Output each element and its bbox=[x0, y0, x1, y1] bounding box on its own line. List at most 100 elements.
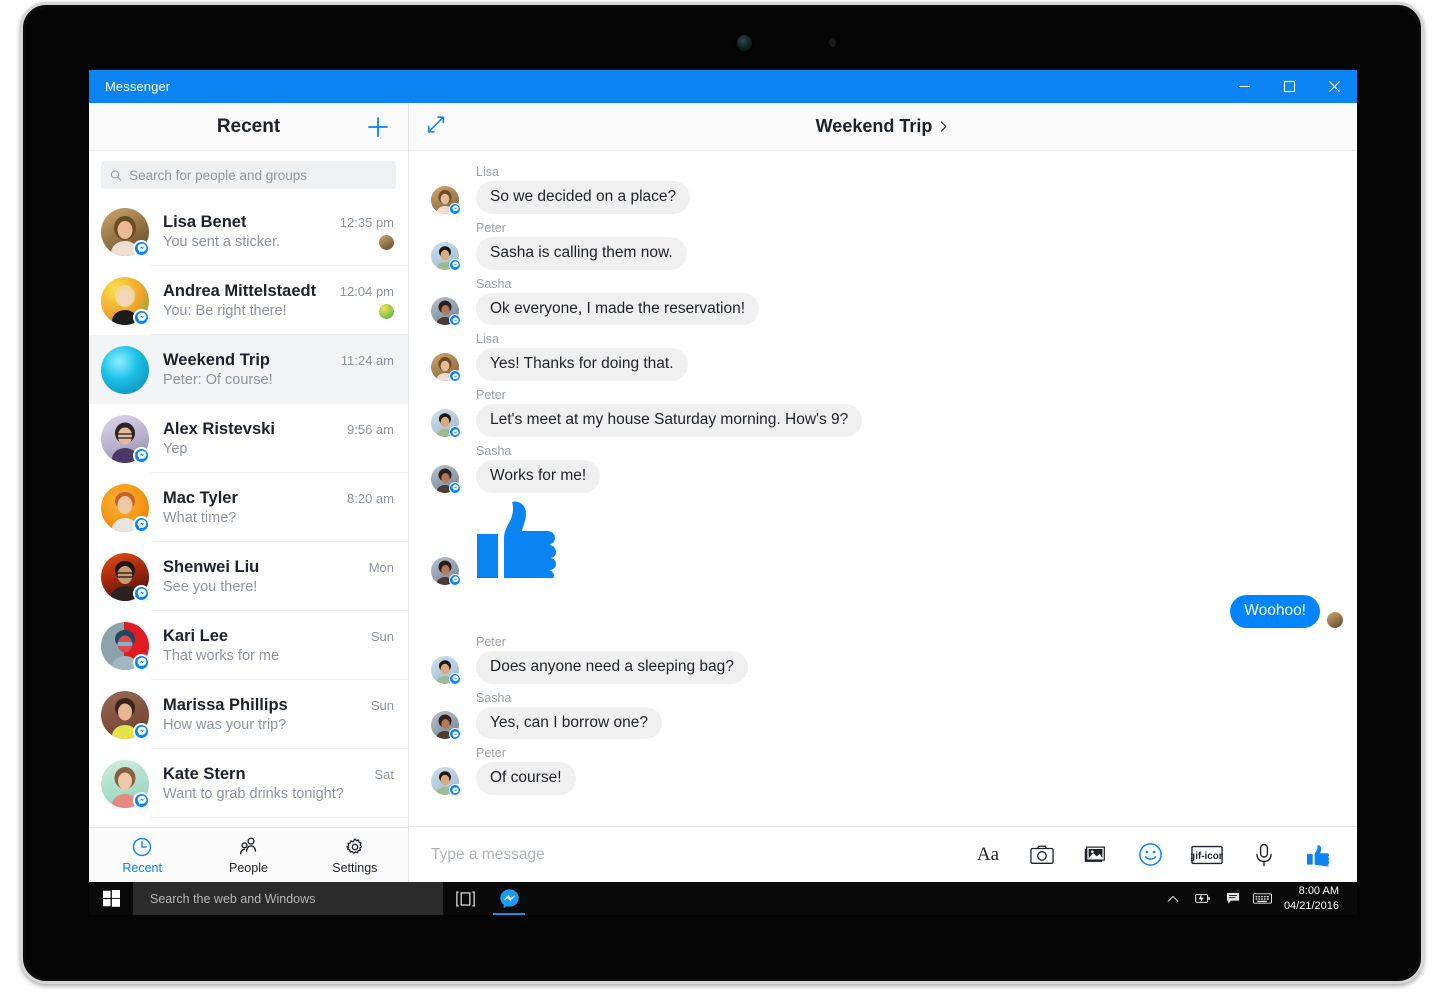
taskbar-clock[interactable]: 8:00 AM 04/21/2016 bbox=[1278, 884, 1349, 914]
avatar bbox=[431, 353, 459, 381]
nav-item-recent[interactable]: Recent bbox=[89, 836, 195, 875]
message-bubble: Sasha is calling them now. bbox=[476, 237, 687, 270]
conversation-item-kari-lee[interactable]: Kari Lee Sun That works for me bbox=[89, 611, 408, 680]
message-bubble: Of course! bbox=[476, 762, 576, 795]
close-button[interactable] bbox=[1312, 70, 1357, 103]
action-center-icon[interactable] bbox=[1218, 882, 1248, 915]
conversation-name: Shenwei Liu bbox=[163, 558, 259, 577]
nav-label-people: People bbox=[229, 861, 268, 875]
conversation-item-kate-stern[interactable]: Kate Stern Sat Want to grab drinks tonig… bbox=[89, 749, 408, 818]
messenger-badge-icon bbox=[449, 259, 461, 271]
conversation-snippet: You: Be right there! bbox=[163, 303, 287, 319]
text-format-icon[interactable]: Aa bbox=[975, 842, 1001, 868]
conversation-snippet: How was your trip? bbox=[163, 717, 286, 733]
conversation-text: Andrea Mittelstaedt 12:04 pm You: Be rig… bbox=[163, 282, 394, 319]
conversation-item-shenwei-liu[interactable]: Shenwei Liu Mon See you there! bbox=[89, 542, 408, 611]
search-box[interactable] bbox=[101, 161, 396, 189]
avatar bbox=[101, 415, 149, 463]
chat-title: Weekend Trip bbox=[816, 116, 933, 137]
messenger-badge-icon bbox=[133, 447, 150, 464]
conversation-text: Shenwei Liu Mon See you there! bbox=[163, 558, 394, 595]
message-list[interactable]: Lisa So we decided on a place? bbox=[409, 151, 1357, 826]
conversation-time: Mon bbox=[361, 560, 394, 575]
camera-icon[interactable] bbox=[1029, 842, 1055, 868]
conversation-text: Lisa Benet 12:35 pm You sent a sticker. bbox=[163, 213, 394, 250]
start-button[interactable] bbox=[89, 882, 133, 915]
minimize-button[interactable] bbox=[1222, 70, 1267, 103]
expand-button[interactable] bbox=[425, 113, 447, 140]
message-item: Sasha Works for me! bbox=[409, 444, 1357, 493]
maximize-button[interactable] bbox=[1267, 70, 1312, 103]
messenger-badge-icon bbox=[449, 426, 461, 438]
avatar bbox=[431, 409, 459, 437]
conversation-text: Marissa Phillips Sun How was your trip? bbox=[163, 696, 394, 733]
photo-icon[interactable] bbox=[1083, 842, 1109, 868]
ambient-sensor-icon bbox=[829, 38, 836, 47]
conversation-time: 9:56 am bbox=[339, 422, 394, 437]
composer-actions: Aa bbox=[975, 842, 1357, 868]
gear-icon bbox=[344, 836, 366, 858]
thumbs-up-sticker bbox=[476, 500, 564, 585]
conversation-name: Andrea Mittelstaedt bbox=[163, 282, 316, 301]
conversation-time: Sun bbox=[363, 629, 394, 644]
conversation-item-lisa-benet[interactable]: Lisa Benet 12:35 pm You sent a sticker. bbox=[89, 197, 408, 266]
conversation-snippet: Want to grab drinks tonight? bbox=[163, 786, 344, 802]
keyboard-icon[interactable] bbox=[1248, 882, 1278, 915]
seen-by-avatar bbox=[379, 235, 394, 250]
messenger-badge-icon bbox=[449, 370, 461, 382]
avatar bbox=[101, 760, 149, 808]
message-sender: Peter bbox=[476, 635, 1357, 649]
conversation-time: Sun bbox=[363, 698, 394, 713]
messenger-icon bbox=[499, 888, 520, 909]
conversation-name: Alex Ristevski bbox=[163, 420, 275, 439]
avatar bbox=[431, 465, 459, 493]
avatar bbox=[101, 208, 149, 256]
conversation-snippet: You sent a sticker. bbox=[163, 234, 280, 250]
avatar bbox=[101, 622, 149, 670]
avatar bbox=[101, 484, 149, 532]
windows-logo-icon bbox=[103, 890, 120, 907]
sidebar-title: Recent bbox=[89, 116, 408, 138]
conversation-text: Kari Lee Sun That works for me bbox=[163, 627, 394, 664]
nav-item-settings[interactable]: Settings bbox=[302, 836, 408, 875]
expand-icon bbox=[425, 113, 447, 135]
avatar bbox=[431, 186, 459, 214]
chat-title-button[interactable]: Weekend Trip bbox=[409, 116, 1357, 137]
window-controls bbox=[1222, 70, 1357, 103]
battery-icon[interactable] bbox=[1188, 882, 1218, 915]
thumbs-up-icon[interactable] bbox=[1305, 842, 1331, 868]
conversation-list[interactable]: Lisa Benet 12:35 pm You sent a sticker. bbox=[89, 197, 408, 827]
task-view-icon bbox=[456, 891, 475, 907]
front-camera-icon bbox=[737, 35, 752, 51]
conversation-item-alex-ristevski[interactable]: Alex Ristevski 9:56 am Yep bbox=[89, 404, 408, 473]
avatar bbox=[431, 297, 459, 325]
message-sender: Sasha bbox=[476, 277, 1357, 291]
message-sender: Lisa bbox=[476, 165, 1357, 179]
taskbar-messenger-button[interactable] bbox=[487, 882, 531, 915]
conversation-item-andrea-mittelstaedt[interactable]: Andrea Mittelstaedt 12:04 pm You: Be rig… bbox=[89, 266, 408, 335]
avatar bbox=[431, 711, 459, 739]
tablet-screen: Messenger Recent bbox=[89, 70, 1357, 915]
taskbar-search-box[interactable]: Search the web and Windows bbox=[133, 882, 443, 915]
conversation-item-mac-tyler[interactable]: Mac Tyler 8:20 am What time? bbox=[89, 473, 408, 542]
search-container bbox=[89, 151, 408, 197]
sticker-icon[interactable] bbox=[1137, 842, 1163, 868]
conversation-time: 11:24 am bbox=[333, 353, 394, 368]
gif-icon[interactable]: gif-icon bbox=[1191, 842, 1223, 868]
message-input[interactable] bbox=[409, 846, 975, 864]
search-input[interactable] bbox=[129, 168, 387, 183]
nav-item-people[interactable]: People bbox=[195, 836, 301, 875]
conversation-item-marissa-phillips[interactable]: Marissa Phillips Sun How was your trip? bbox=[89, 680, 408, 749]
conversation-item-weekend-trip[interactable]: Weekend Trip 11:24 am Peter: Of course! bbox=[89, 335, 408, 404]
nav-label-recent: Recent bbox=[122, 861, 162, 875]
message-sender: Peter bbox=[476, 221, 1357, 235]
seen-by-avatar bbox=[379, 304, 394, 319]
message-item: Lisa So we decided on a place? bbox=[409, 165, 1357, 214]
task-view-button[interactable] bbox=[443, 882, 487, 915]
conversation-time: 12:35 pm bbox=[332, 215, 394, 230]
show-hidden-icons-icon[interactable] bbox=[1158, 882, 1188, 915]
messenger-badge-icon bbox=[133, 792, 150, 809]
microphone-icon[interactable] bbox=[1251, 842, 1277, 868]
new-conversation-button[interactable] bbox=[364, 113, 392, 141]
message-item: Sasha Ok everyone, I made the reservatio… bbox=[409, 277, 1357, 326]
